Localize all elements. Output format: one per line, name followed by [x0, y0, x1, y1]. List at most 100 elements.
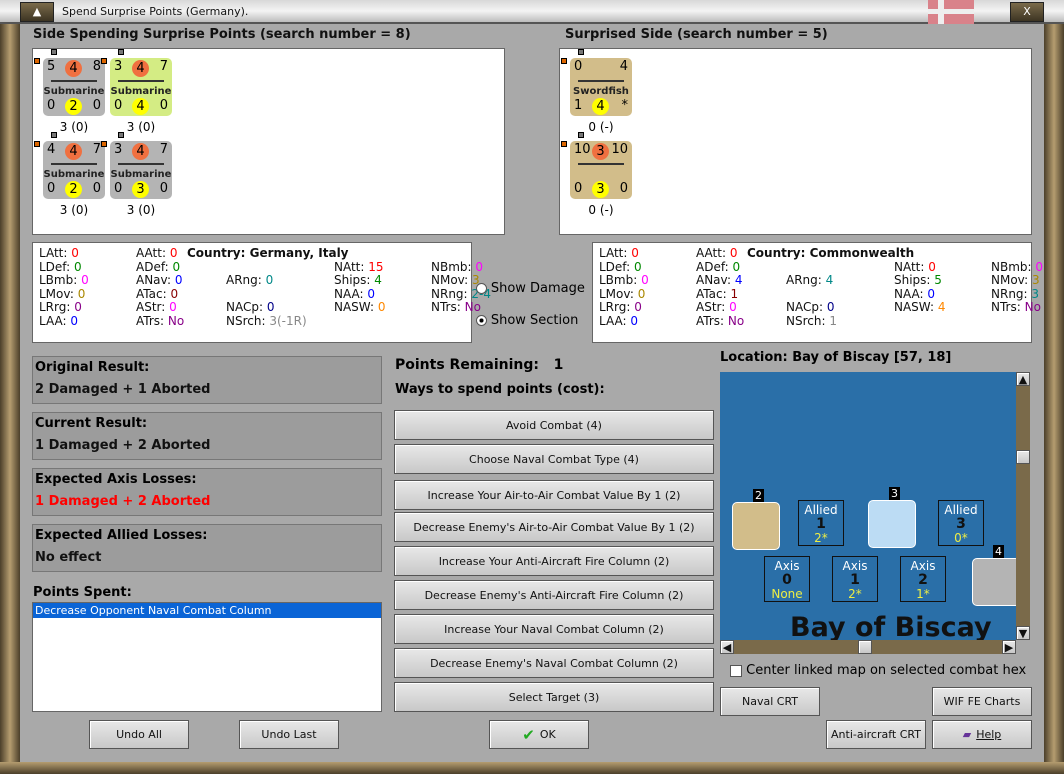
map-vertical-scrollbar[interactable]: ▲ ▼: [1016, 372, 1030, 640]
show-section-radio[interactable]: Show Section: [476, 313, 578, 328]
range-value: 7: [159, 142, 168, 157]
stat-atac: ATac: 1: [696, 287, 738, 301]
naval-crt-button[interactable]: Naval CRT: [720, 687, 820, 716]
undo-all-button[interactable]: Undo All: [89, 720, 189, 749]
scroll-down-button[interactable]: ▼: [1016, 626, 1030, 640]
map-unit[interactable]: 4: [972, 545, 1016, 606]
spending-unit[interactable]: 3 4 7 Submarine 0 3 0 3 (0): [101, 132, 172, 217]
combat-box-axis[interactable]: Axis 1 2*: [832, 556, 878, 602]
stat-value: 0: [928, 259, 936, 274]
spend-option-button[interactable]: Select Target (3): [394, 682, 714, 712]
unit-type: Submarine: [110, 86, 172, 97]
sea-area-name: Bay of Biscay: [790, 612, 992, 640]
stat-label: NTrs:: [991, 300, 1021, 314]
h-scroll-thumb[interactable]: [858, 640, 872, 654]
unit-silhouette-icon: [51, 163, 97, 165]
spend-option-button[interactable]: Increase Your Air-to-Air Combat Value By…: [394, 480, 714, 510]
stat-value: 0: [641, 273, 649, 287]
points-spent-list[interactable]: Decrease Opponent Naval Combat Column: [32, 602, 382, 712]
surprised-unit[interactable]: 0 4 Swordfish 1 4 * 0 (-): [561, 49, 632, 134]
stat-value: 4: [825, 273, 834, 287]
spending-unit[interactable]: 3 4 7 Submarine 0 4 0 3 (0): [101, 49, 172, 134]
stat-label: Ships:: [334, 273, 371, 287]
scroll-left-button[interactable]: ◀: [720, 640, 734, 654]
stat-natt: NAtt: 15: [334, 260, 384, 274]
stat-lbmb: LBmb: 0: [39, 273, 89, 287]
spending-unit[interactable]: 4 4 7 Submarine 0 2 0 3 (0): [34, 132, 105, 217]
stat-value: 1: [829, 313, 837, 328]
show-damage-radio[interactable]: Show Damage: [476, 281, 585, 296]
spend-option-button[interactable]: Decrease Enemy's Anti-Aircraft Fire Colu…: [394, 580, 714, 610]
combat-box-axis[interactable]: Axis 0 None: [764, 556, 810, 602]
result-value: 1 Damaged + 2 Aborted: [35, 494, 211, 509]
map-view[interactable]: Bay of Biscay Allied 1 2* Allied 3 0* Axis 0 Non…: [720, 372, 1016, 640]
combat-box-allied[interactable]: Allied 3 0*: [938, 500, 984, 546]
range-value: 8: [92, 59, 101, 74]
stat-value: 0: [70, 313, 79, 328]
unit-stack-label: 2: [753, 489, 764, 502]
stat-atrs: ATrs: No: [136, 314, 184, 328]
map-horizontal-scrollbar[interactable]: ◀ ▶: [720, 640, 1016, 654]
attack-value: 3: [114, 142, 123, 157]
stat-lmov: LMov: 0: [599, 287, 645, 301]
title-bar: ▲ Spend Surprise Points (Germany). X: [0, 0, 1064, 24]
anti-aircraft-crt-button[interactable]: Anti-aircraft CRT: [826, 720, 926, 749]
stat-natt: NAtt: 0: [894, 260, 936, 274]
unit-marker-icon: [101, 141, 107, 147]
combat-box-value: 1*: [916, 587, 930, 601]
spending-unit[interactable]: 5 4 8 Submarine 0 2 0 3 (0): [34, 49, 105, 134]
left-side-header: Side Spending Surprise Points (search nu…: [33, 27, 411, 42]
spending-side-stats: Country: Germany, Italy LAtt: 0 LDef: 0 LB…: [32, 242, 491, 343]
spend-option-button[interactable]: Avoid Combat (4): [394, 410, 714, 440]
combat-box-allied[interactable]: Allied 1 2*: [798, 500, 844, 546]
stat-nrng: NRng: 3: [991, 287, 1039, 301]
country-label: Country: Commonwealth: [747, 246, 915, 260]
stat-lbmb: LBmb: 0: [599, 273, 649, 287]
spend-option-button[interactable]: Decrease Enemy's Air-to-Air Combat Value…: [394, 512, 714, 542]
surprised-unit[interactable]: 10 3 10 0 3 0 0 (-): [561, 132, 632, 217]
center-linked-checkbox[interactable]: Center linked map on selected combat hex: [730, 663, 1026, 678]
unit-caption: 0 (-): [588, 203, 614, 217]
points-remaining: Points Remaining: 1: [395, 357, 563, 373]
scroll-right-button[interactable]: ▶: [1002, 640, 1016, 654]
stat-label: LAA:: [39, 313, 67, 328]
bottom-factor: 2: [65, 181, 82, 198]
wif-fe-charts-button[interactable]: WIF FE Charts: [932, 687, 1032, 716]
result-label: Expected Allied Losses:: [35, 528, 208, 543]
combat-box-axis[interactable]: Axis 2 1*: [900, 556, 946, 602]
stat-arng: ARng: 4: [786, 273, 833, 287]
attack-value: 0: [574, 59, 583, 74]
help-button[interactable]: ▰ Help: [932, 720, 1032, 749]
stat-label: LBmb:: [599, 273, 638, 287]
stat-value: 0: [729, 246, 738, 260]
bottom-factor: 2: [65, 98, 82, 115]
close-button[interactable]: X: [1010, 2, 1044, 22]
germany-flag-icon: [928, 0, 974, 24]
surprised-side-stats: Country: Commonwealth LAtt: 0 LDef: 0 LBmb…: [592, 242, 1043, 343]
map-unit[interactable]: 3: [868, 487, 916, 548]
stat-anav: ANav: 0: [136, 273, 183, 287]
spend-option-button[interactable]: Increase Your Naval Combat Column (2): [394, 614, 714, 644]
points-spent-label: Points Spent:: [33, 585, 132, 600]
stat-lrrg: LRrg: 0: [599, 300, 642, 314]
stat-nbmb: NBmb: 0: [991, 260, 1043, 274]
spend-option-button[interactable]: Decrease Enemy's Naval Combat Column (2): [394, 648, 714, 678]
stat-label: ATrs:: [136, 313, 165, 328]
unit-stack-label: 4: [993, 545, 1004, 558]
spend-option-button[interactable]: Increase Your Anti-Aircraft Fire Column …: [394, 546, 714, 576]
points-spent-item[interactable]: Decrease Opponent Naval Combat Column: [33, 603, 381, 618]
stat-value: 3: [1031, 286, 1040, 301]
ok-button[interactable]: ✔ OK: [489, 720, 589, 749]
right-side-header: Surprised Side (search number = 5): [565, 27, 828, 42]
undo-last-button[interactable]: Undo Last: [239, 720, 339, 749]
result-box: Original Result: 2 Damaged + 1 Aborted: [32, 356, 382, 404]
minimize-button[interactable]: ▲: [20, 2, 54, 22]
combat-box-number: 1: [816, 516, 826, 532]
result-box: Expected Axis Losses: 1 Damaged + 2 Abort…: [32, 468, 382, 516]
stat-value: No: [727, 313, 745, 328]
stat-value: 0: [265, 273, 274, 287]
scroll-up-button[interactable]: ▲: [1016, 372, 1030, 386]
scroll-thumb[interactable]: [1016, 450, 1030, 464]
map-unit[interactable]: 2: [732, 489, 780, 550]
spend-option-button[interactable]: Choose Naval Combat Type (4): [394, 444, 714, 474]
